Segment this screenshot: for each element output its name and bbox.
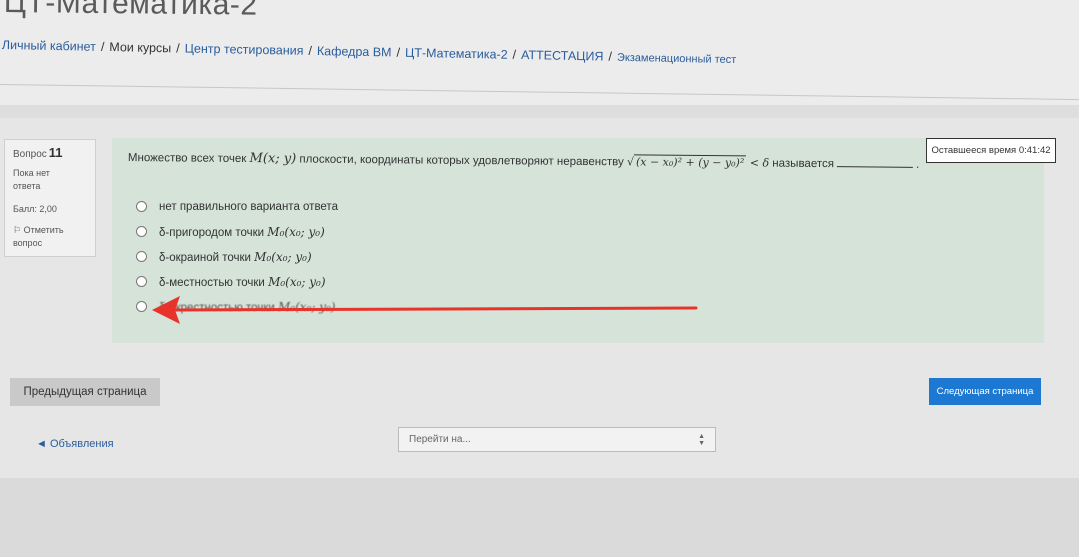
radio-button[interactable] — [136, 301, 147, 312]
answer-option[interactable]: δ-пригородом точки M₀(x₀; y₀) — [136, 219, 338, 244]
breadcrumb-separator: / — [100, 39, 105, 54]
page-footer-area — [0, 478, 1079, 557]
updown-arrows-icon: ▲ ▼ — [698, 432, 705, 447]
inequality-formula: √ (x − x₀)² + (y − y₀)² < δ — [626, 154, 770, 170]
announcements-link[interactable]: ◄ Объявления — [36, 438, 114, 450]
breadcrumb: Личный кабинет / Мои курсы / Центр тестирова… — [2, 38, 737, 66]
page-header: ЦТ-Математика-2 Личный кабинет / Мои курсы… — [0, 0, 1079, 105]
breadcrumb-item-testing-center[interactable]: Центр тестирования — [185, 42, 304, 58]
answer-options: нет правильного варианта ответа δ-пригор… — [136, 194, 338, 319]
jump-to-select[interactable]: Перейти на... ▲ ▼ — [398, 427, 716, 452]
radio-button[interactable] — [136, 251, 147, 262]
breadcrumb-separator: / — [608, 49, 613, 64]
breadcrumb-item-exam-test[interactable]: Экзаменационный тест — [617, 52, 736, 66]
answer-option[interactable]: δ-местностью точки M₀(x₀; y₀) — [136, 269, 338, 294]
radio-button[interactable] — [136, 201, 147, 212]
answer-option[interactable]: δ-окраиной точки M₀(x₀; y₀) — [136, 244, 338, 269]
breadcrumb-separator: / — [512, 47, 517, 62]
breadcrumb-item-attestation[interactable]: АТТЕСТАЦИЯ — [521, 48, 604, 64]
answer-option[interactable]: δ-окрестностью точки M₀(x₀; y₀) — [136, 294, 338, 319]
breadcrumb-separator: / — [396, 45, 401, 60]
time-remaining: Оставшееся время 0:41:42 — [926, 138, 1056, 163]
page-title: ЦТ-Математика-2 — [3, 0, 258, 22]
jump-to-placeholder: Перейти на... — [409, 434, 471, 445]
breadcrumb-item-dashboard[interactable]: Личный кабинет — [2, 38, 96, 54]
question-status: Пока нет ответа — [13, 168, 50, 191]
question-text: Множество всех точек M(x; y) плоскости, … — [127, 151, 920, 171]
question-info-panel: Вопрос 11 Пока нет ответа Балл: 2,00 ⚐ От… — [4, 139, 96, 257]
question-panel: Множество всех точек M(x; y) плоскости, … — [112, 138, 1044, 343]
radio-button[interactable] — [136, 226, 147, 237]
next-page-button[interactable]: Следующая страница — [929, 378, 1041, 405]
previous-page-button[interactable]: Предыдущая страница — [10, 378, 160, 406]
radio-button[interactable] — [136, 276, 147, 287]
header-divider — [0, 84, 1079, 101]
question-score: Балл: 2,00 — [13, 204, 57, 214]
answer-option[interactable]: нет правильного варианта ответа — [136, 194, 338, 219]
answer-blank — [836, 166, 913, 168]
breadcrumb-item-course[interactable]: ЦТ-Математика-2 — [405, 46, 508, 62]
breadcrumb-separator: / — [176, 41, 180, 56]
question-number: Вопрос 11 — [13, 145, 63, 160]
breadcrumb-item-department[interactable]: Кафедра ВМ — [317, 44, 392, 59]
breadcrumb-item-my-courses: Мои курсы — [109, 40, 172, 56]
flag-icon: ⚐ — [13, 225, 22, 235]
flag-question-link[interactable]: ⚐ Отметить вопрос — [13, 224, 95, 250]
breadcrumb-separator: / — [308, 43, 313, 58]
question-point: M(x; y) — [249, 151, 297, 167]
